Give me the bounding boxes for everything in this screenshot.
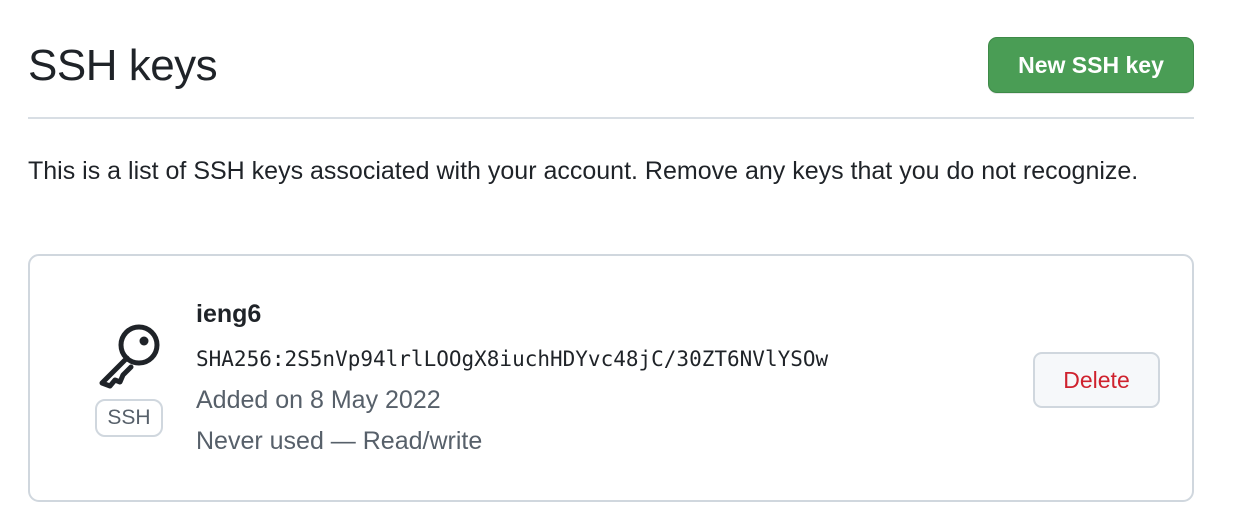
- key-icon: [94, 320, 164, 390]
- ssh-keys-page: SSH keys New SSH key This is a list of S…: [0, 0, 1238, 524]
- ssh-key-item: SSH ieng6 SHA256:2S5nVp94lrlLOOgX8iuchHD…: [28, 254, 1194, 502]
- header-divider: [28, 117, 1194, 119]
- key-usage-status: Never used — Read/write: [196, 427, 483, 455]
- key-added-date: Added on 8 May 2022: [196, 386, 441, 414]
- page-title: SSH keys: [28, 41, 218, 90]
- key-fingerprint: SHA256:2S5nVp94lrlLOOgX8iuchHDYvc48jC/30…: [196, 347, 829, 371]
- delete-key-button[interactable]: Delete: [1033, 352, 1160, 408]
- ssh-badge: SSH: [95, 399, 163, 437]
- page-header: SSH keys New SSH key: [28, 34, 1194, 94]
- description-text: This is a list of SSH keys associated wi…: [28, 157, 1139, 185]
- new-ssh-key-button[interactable]: New SSH key: [988, 37, 1194, 93]
- key-title: ieng6: [196, 300, 262, 328]
